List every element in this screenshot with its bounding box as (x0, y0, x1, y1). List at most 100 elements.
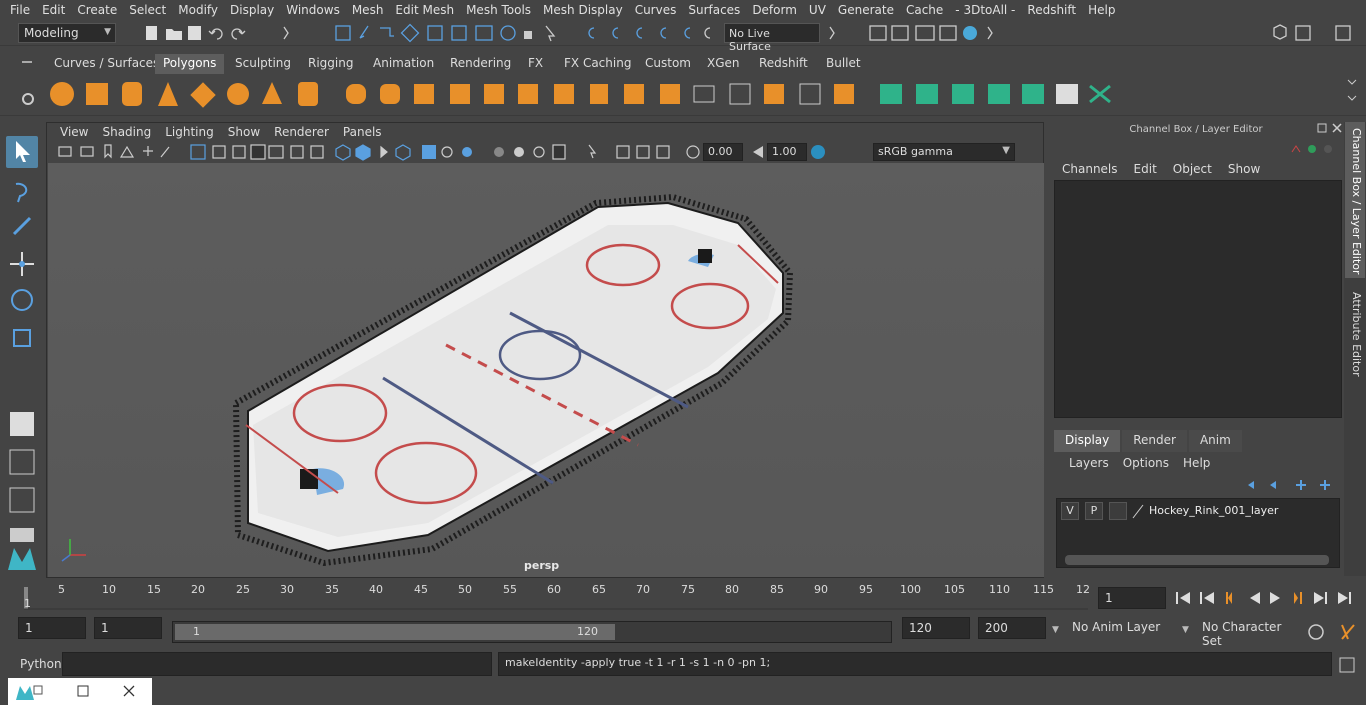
move-tool[interactable] (6, 248, 38, 280)
select-tool[interactable] (6, 136, 38, 168)
viewport-panel: View Shading Lighting Show Renderer Pane… (46, 122, 1044, 578)
start-time-field[interactable]: 1 (18, 617, 86, 639)
chevron-down-icon[interactable]: ▼ (1052, 625, 1059, 635)
tab-rendering[interactable]: Rendering (442, 54, 519, 74)
tab-display[interactable]: Display (1054, 430, 1121, 452)
menu-help[interactable]: Help (1082, 3, 1121, 17)
layer-name[interactable]: Hockey_Rink_001_layer (1149, 504, 1278, 517)
move-layer-down-icon (1270, 481, 1276, 489)
status-line: Modeling No Live Surface (0, 20, 1366, 53)
panel-menu-lighting[interactable]: Lighting (158, 125, 221, 139)
current-frame-field[interactable]: 1 (1098, 587, 1166, 609)
tab-polygons[interactable]: Polygons (155, 54, 225, 74)
panel-menu-shading[interactable]: Shading (95, 125, 158, 139)
tick-label: 50 (458, 583, 472, 596)
tab-sculpting[interactable]: Sculpting (227, 54, 299, 74)
separate-icon (380, 84, 400, 104)
cb-menu-show[interactable]: Show (1220, 162, 1268, 176)
menu-edit-mesh[interactable]: Edit Mesh (389, 3, 460, 17)
cb-menu-channels[interactable]: Channels (1054, 162, 1126, 176)
menu-set-dropdown[interactable]: Modeling (18, 23, 116, 43)
tab-xgen[interactable]: XGen (699, 54, 748, 74)
layout-stack-button[interactable] (6, 484, 38, 516)
menu-mesh[interactable]: Mesh (346, 3, 390, 17)
le-menu-help[interactable]: Help (1176, 456, 1217, 470)
perspective-viewport[interactable]: persp (48, 163, 1044, 577)
menu-edit[interactable]: Edit (36, 3, 71, 17)
layer-color-icon[interactable] (1131, 503, 1145, 519)
command-language-label[interactable]: Python (20, 657, 62, 671)
tick-label: 55 (503, 583, 517, 596)
menu-modify[interactable]: Modify (172, 3, 224, 17)
layer-type-toggle[interactable] (1109, 502, 1127, 520)
live-surface-field[interactable]: No Live Surface (724, 23, 820, 53)
panel-menu-panels[interactable]: Panels (336, 125, 389, 139)
tab-animation[interactable]: Animation (365, 54, 442, 74)
tab-custom[interactable]: Custom (637, 54, 699, 74)
cb-menu-object[interactable]: Object (1165, 162, 1220, 176)
range-slider-handle[interactable] (175, 624, 615, 640)
layout-quad-button[interactable] (6, 446, 38, 478)
menu-deform[interactable]: Deform (746, 3, 803, 17)
channel-box-area[interactable] (1054, 180, 1342, 418)
tab-curves-surfaces[interactable]: Curves / Surfaces (46, 54, 167, 74)
menu-create[interactable]: Create (71, 3, 123, 17)
menu-display[interactable]: Display (224, 3, 280, 17)
color-management-icon[interactable] (809, 143, 827, 161)
menu-redshift[interactable]: Redshift (1021, 3, 1082, 17)
panel-menu-renderer[interactable]: Renderer (267, 125, 336, 139)
scale-tool[interactable] (6, 322, 38, 354)
menu-select[interactable]: Select (123, 3, 172, 17)
range-slider[interactable]: 1 120 (172, 621, 892, 643)
character-set-dropdown[interactable]: No Character Set (1196, 617, 1304, 648)
menu-generate[interactable]: Generate (832, 3, 900, 17)
chevron-down-icon[interactable]: ▼ (1182, 625, 1189, 635)
menu-curves[interactable]: Curves (629, 3, 683, 17)
cb-menu-edit[interactable]: Edit (1126, 162, 1165, 176)
paint-select-tool[interactable] (6, 210, 38, 242)
layer-playback-toggle[interactable]: P (1085, 502, 1103, 520)
menu-mesh-tools[interactable]: Mesh Tools (460, 3, 537, 17)
tab-render[interactable]: Render (1122, 430, 1187, 452)
menu-windows[interactable]: Windows (280, 3, 346, 17)
lasso-tool[interactable] (6, 174, 38, 206)
shelf-menu-icon[interactable] (18, 56, 36, 70)
playback-start-field[interactable]: 1 (94, 617, 162, 639)
script-editor-icon[interactable] (1338, 656, 1358, 674)
tab-anim[interactable]: Anim (1188, 430, 1242, 452)
magnet-icon (612, 27, 619, 39)
last-tool[interactable] (6, 408, 38, 440)
menu-3dtoall[interactable]: - 3DtoAll - (949, 3, 1021, 17)
menu-mesh-display[interactable]: Mesh Display (537, 3, 629, 17)
playback-end-field[interactable]: 120 (902, 617, 970, 639)
tab-attribute-editor[interactable]: Attribute Editor (1345, 286, 1365, 377)
menu-cache[interactable]: Cache (900, 3, 949, 17)
colorspace-dropdown[interactable]: sRGB gamma ▼ (873, 143, 1015, 161)
tab-fx[interactable]: FX (520, 54, 551, 74)
end-time-field[interactable]: 200 (978, 617, 1046, 639)
panel-menu-show[interactable]: Show (221, 125, 267, 139)
anim-layer-dropdown[interactable]: No Anim Layer (1066, 617, 1176, 639)
menu-uv[interactable]: UV (803, 3, 832, 17)
close-icon[interactable] (1331, 122, 1343, 137)
menu-file[interactable]: File (4, 3, 36, 17)
playback-controls (1176, 592, 1351, 604)
tab-bullet[interactable]: Bullet (818, 54, 869, 74)
command-input[interactable] (62, 652, 492, 676)
le-menu-options[interactable]: Options (1116, 456, 1176, 470)
float-icon[interactable] (1316, 122, 1328, 137)
layer-scrollbar[interactable] (1065, 555, 1329, 565)
gamma-field[interactable]: 1.00 (767, 143, 807, 161)
tab-fx-caching[interactable]: FX Caching (556, 54, 639, 74)
rotate-tool[interactable] (6, 284, 38, 316)
le-menu-layers[interactable]: Layers (1062, 456, 1116, 470)
tab-rigging[interactable]: Rigging (300, 54, 361, 74)
layer-visibility-toggle[interactable]: V (1061, 502, 1079, 520)
exposure-field[interactable]: 0.00 (703, 143, 743, 161)
time-slider[interactable]: 1 5 10 15 20 25 30 35 40 45 50 55 60 65 … (18, 581, 1092, 611)
menu-surfaces[interactable]: Surfaces (682, 3, 746, 17)
tab-channel-box-layer-editor[interactable]: Channel Box / Layer Editor (1345, 122, 1365, 278)
panel-menu-view[interactable]: View (53, 125, 95, 139)
layer-row[interactable]: V P Hockey_Rink_001_layer (1059, 501, 1337, 521)
tab-redshift[interactable]: Redshift (751, 54, 816, 74)
